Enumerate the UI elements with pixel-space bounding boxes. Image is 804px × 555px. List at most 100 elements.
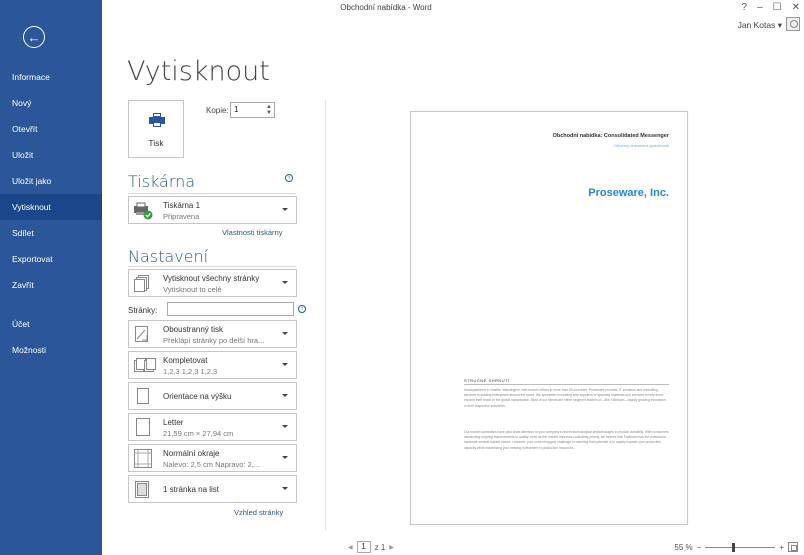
page-title: Vytisknout: [127, 56, 270, 87]
margins-icon: [134, 449, 152, 468]
window-title: Obchodní nabídka - Word: [340, 3, 432, 12]
zoom-level[interactable]: 55 %: [674, 543, 692, 552]
portrait-page-icon: [137, 388, 149, 404]
printer-icon: [149, 113, 165, 127]
preview-heading: Obchodní nabídka: Consolidated Messenger: [552, 133, 669, 139]
sidebar-item-otevrit[interactable]: Otevřít: [0, 116, 102, 142]
section-divider: [128, 266, 296, 267]
zoom-out-icon[interactable]: −: [697, 543, 702, 552]
chevron-down-icon: [282, 281, 288, 284]
chevron-down-icon: [282, 208, 288, 211]
duplex-page-icon: [135, 326, 148, 342]
chevron-down-icon: [282, 363, 288, 366]
page-navigator: ◀ 1 z 1 ▶: [348, 541, 394, 553]
panel-divider: [325, 100, 326, 530]
collate-main: Kompletovat: [163, 356, 208, 365]
copies-label: Kopie:: [206, 106, 229, 115]
backstage-menu: Informace Nový Otevřít Uložit Uložit jak…: [0, 64, 102, 363]
sidebar-item-ucet[interactable]: Účet: [0, 311, 102, 337]
next-page-icon[interactable]: ▶: [389, 544, 394, 551]
sidebar-item-vytisknout[interactable]: Vytisknout: [0, 194, 102, 220]
sidebar-item-novy[interactable]: Nový: [0, 90, 102, 116]
copies-stepper[interactable]: 1 ▲ ▼: [230, 102, 275, 118]
sidebar-item-moznosti[interactable]: Možnosti: [0, 337, 102, 363]
previous-page-icon[interactable]: ◀: [348, 544, 353, 551]
printer-section-title: Tiskárna: [128, 172, 196, 191]
preview-company: Proseware, Inc.: [588, 187, 669, 199]
printer-name: Tiskárna 1: [163, 201, 201, 210]
pages-per-sheet-label: 1 stránka na list: [163, 485, 220, 494]
paper-size-icon: [136, 418, 150, 436]
chevron-down-icon: [282, 425, 288, 428]
printer-ready-icon: [134, 202, 153, 220]
info-icon[interactable]: i: [298, 305, 306, 313]
window-controls: ? – ☐ ✕: [742, 2, 800, 13]
zoom-in-icon[interactable]: +: [779, 543, 784, 552]
info-icon[interactable]: i: [285, 174, 293, 182]
zoom-slider[interactable]: [705, 542, 776, 552]
backstage-sidebar: ← Informace Nový Otevřít Uložit Uložit j…: [0, 0, 102, 555]
preview-subheading: Důvěrný dokument společnosti: [614, 143, 669, 148]
chevron-down-icon: [282, 332, 288, 335]
preview-rule: [464, 384, 669, 385]
maximize-icon[interactable]: ☐: [773, 2, 782, 13]
sidebar-item-exportovat[interactable]: Exportovat: [0, 246, 102, 272]
chevron-down-icon: [282, 456, 288, 459]
sidebar-item-sdilet[interactable]: Sdílet: [0, 220, 102, 246]
paper-size-sub: 21,59 cm × 27,94 cm: [163, 429, 234, 438]
user-name[interactable]: Jan Kotas ▾: [738, 20, 782, 31]
margins-sub: Nalevo: 2,5 cm Napravo: 2,...: [163, 460, 261, 469]
preview-paragraph-2: Our market specialists have paid close a…: [464, 430, 669, 450]
margins-main: Normální okraje: [163, 449, 220, 458]
print-range-sub: Vytisknout to celé: [163, 285, 222, 294]
print-range-main: Vytisknout všechny stránky: [163, 274, 260, 283]
print-button-label: Tisk: [148, 138, 164, 148]
sidebar-separator: [0, 298, 102, 311]
pages-label: Stránky:: [128, 306, 158, 315]
collate-icon: [134, 358, 156, 372]
paper-size-dropdown[interactable]: Letter 21,59 cm × 27,94 cm: [128, 413, 297, 441]
sidebar-item-informace[interactable]: Informace: [0, 64, 102, 90]
printer-properties-link[interactable]: Vlastnosti tiskárny: [222, 228, 282, 237]
current-page-input[interactable]: 1: [356, 541, 371, 553]
collate-sub: 1,2,3 1,2,3 1,2,3: [163, 367, 218, 376]
minimize-icon[interactable]: –: [757, 2, 763, 13]
chevron-down-icon: [282, 394, 288, 397]
print-preview-page: Obchodní nabídka: Consolidated Messenger…: [410, 111, 688, 525]
avatar-icon[interactable]: [786, 17, 800, 31]
pages-input[interactable]: [167, 302, 294, 316]
orientation-dropdown[interactable]: Orientace na výšku: [128, 382, 297, 410]
sidebar-item-ulozit-jako[interactable]: Uložit jako: [0, 168, 102, 194]
print-range-dropdown[interactable]: Vytisknout všechny stránky Vytisknout to…: [128, 269, 297, 297]
zoom-slider-thumb[interactable]: [732, 542, 736, 552]
zoom-control: 55 % − +: [674, 542, 798, 552]
help-icon[interactable]: ?: [742, 2, 748, 13]
back-arrow-icon[interactable]: ←: [23, 26, 45, 48]
margins-dropdown[interactable]: Normální okraje Nalevo: 2,5 cm Napravo: …: [128, 444, 297, 472]
pages-per-sheet-dropdown[interactable]: 1 stránka na list: [128, 475, 297, 503]
sidebar-item-zavrit[interactable]: Zavřít: [0, 272, 102, 298]
duplex-main: Oboustranný tisk: [163, 325, 224, 334]
copies-value: 1: [234, 105, 239, 114]
duplex-dropdown[interactable]: Oboustranný tisk Překlápí stránky po del…: [128, 320, 297, 348]
sidebar-item-ulozit[interactable]: Uložit: [0, 142, 102, 168]
chevron-down-icon: [282, 487, 288, 490]
close-icon[interactable]: ✕: [792, 2, 800, 13]
orientation-label: Orientace na výšku: [163, 392, 232, 401]
section-divider: [128, 193, 296, 194]
printer-dropdown[interactable]: Tiskárna 1 Připravena: [128, 196, 297, 224]
printer-status: Připravena: [163, 212, 200, 221]
page-setup-link[interactable]: Vzhled stránky: [234, 508, 283, 517]
print-button[interactable]: Tisk: [128, 100, 184, 158]
spinner-arrows-icon[interactable]: ▲ ▼: [266, 104, 272, 116]
paper-size-main: Letter: [163, 418, 184, 427]
collate-dropdown[interactable]: Kompletovat 1,2,3 1,2,3 1,2,3: [128, 351, 297, 379]
pages-stack-icon: [134, 275, 150, 292]
settings-section-title: Nastavení: [128, 247, 209, 266]
page-per-sheet-icon: [135, 481, 149, 498]
zoom-to-page-icon[interactable]: [788, 542, 798, 552]
preview-paragraph-1: Headquartered in Seattle, Washington, wi…: [464, 388, 666, 408]
duplex-sub: Překlápí stránky po delší hra...: [163, 336, 265, 345]
preview-summary-title: STRUČNÉ SHRNUTÍ: [464, 378, 510, 383]
page-total: z 1: [374, 542, 386, 552]
